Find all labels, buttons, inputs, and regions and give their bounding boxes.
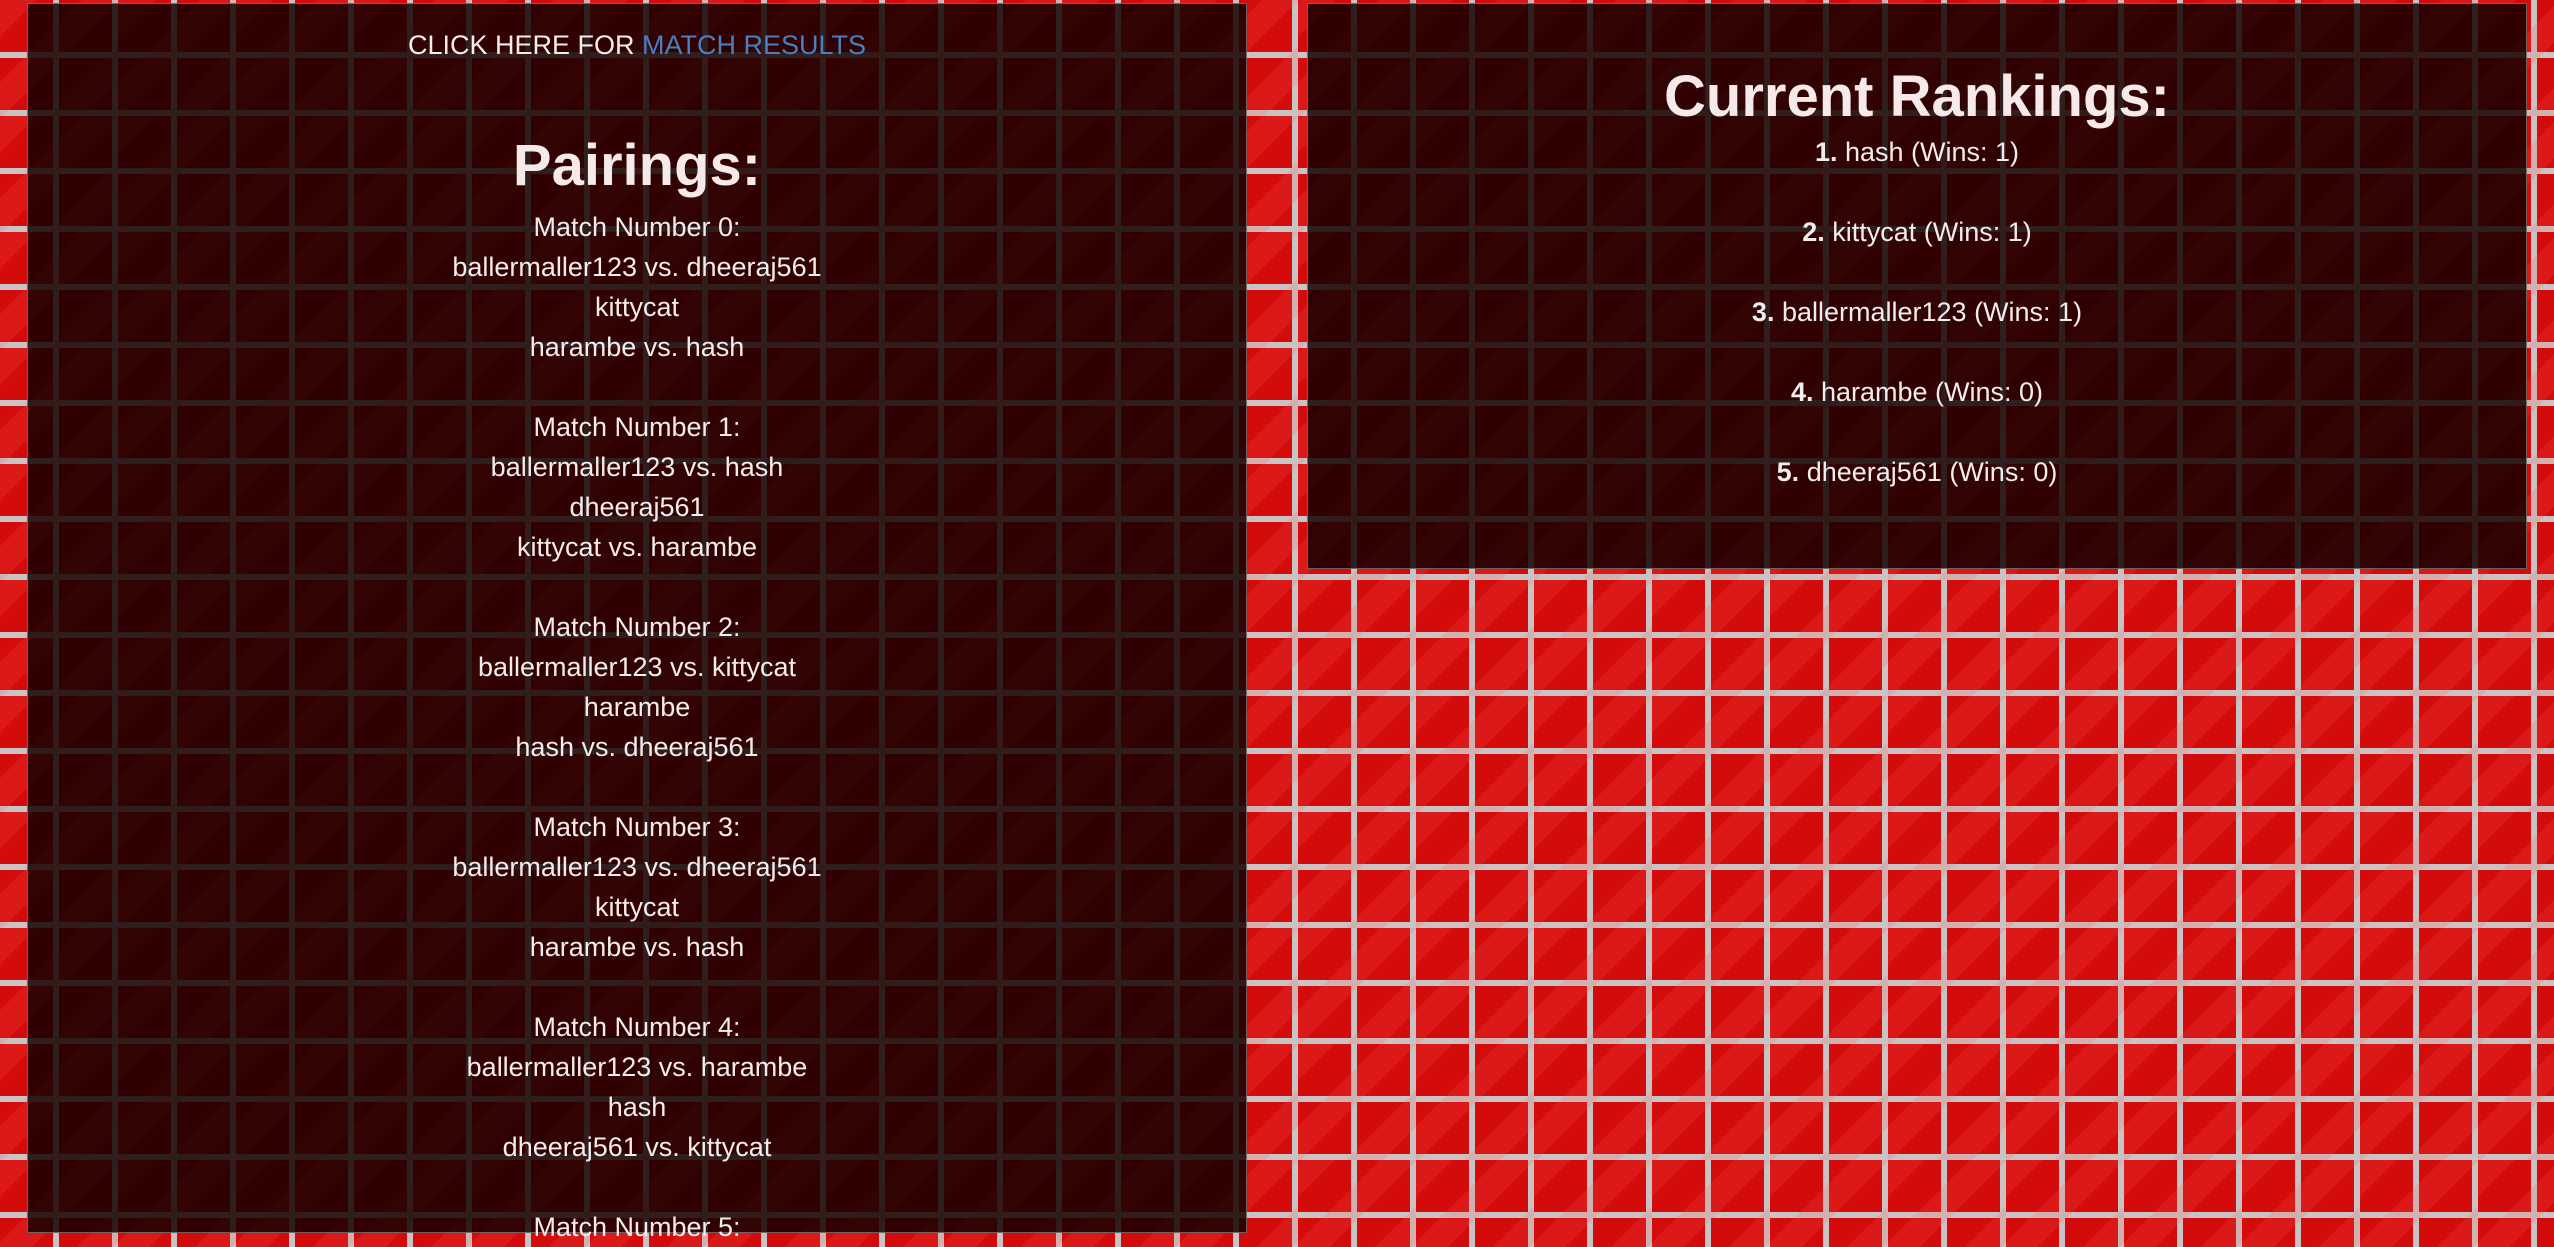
rank-number: 5. bbox=[1776, 457, 1800, 487]
rank-number: 2. bbox=[1802, 217, 1825, 247]
match-block-5: Match Number 5: bbox=[28, 1207, 1246, 1247]
match-header: Match Number 4: bbox=[533, 1012, 741, 1042]
match-header: Match Number 5: bbox=[533, 1212, 741, 1242]
match-line: hash bbox=[607, 1092, 667, 1122]
match-line: harambe bbox=[583, 692, 691, 722]
match-block-1: Match Number 1: ballermaller123 vs. hash… bbox=[28, 407, 1246, 567]
match-block-2: Match Number 2: ballermaller123 vs. kitt… bbox=[28, 607, 1246, 767]
match-line: kittycat vs. harambe bbox=[516, 532, 758, 562]
match-header: Match Number 0: bbox=[533, 212, 741, 242]
ranking-entry: 2. kittycat (Wins: 1) bbox=[1308, 212, 2526, 252]
rank-number: 3. bbox=[1751, 297, 1775, 327]
rank-text: harambe (Wins: 0) bbox=[1820, 377, 2044, 407]
match-line: hash vs. dheeraj561 bbox=[515, 732, 759, 762]
ranking-entry: 1. hash (Wins: 1) bbox=[1308, 132, 2526, 172]
rankings-title: Current Rankings: bbox=[1664, 64, 2170, 129]
ranking-entry: 3. ballermaller123 (Wins: 1) bbox=[1308, 292, 2526, 332]
match-line: dheeraj561 bbox=[569, 492, 705, 522]
rankings-panel: Current Rankings: 1. hash (Wins: 1) 2. k… bbox=[1307, 3, 2527, 569]
rank-text: ballermaller123 (Wins: 1) bbox=[1781, 297, 2083, 327]
match-header: Match Number 1: bbox=[533, 412, 741, 442]
match-block-3: Match Number 3: ballermaller123 vs. dhee… bbox=[28, 807, 1246, 967]
match-header: Match Number 3: bbox=[533, 812, 741, 842]
pairings-list: Match Number 0: ballermaller123 vs. dhee… bbox=[28, 207, 1246, 1247]
rank-text: kittycat (Wins: 1) bbox=[1832, 217, 2032, 247]
pairings-title: Pairings: bbox=[512, 133, 762, 198]
ranking-entry: 5. dheeraj561 (Wins: 0) bbox=[1308, 452, 2526, 492]
rank-number: 1. bbox=[1814, 137, 1838, 167]
pairings-panel: CLICK HERE FOR MATCH RESULTS Pairings: M… bbox=[27, 3, 1247, 1242]
match-line: ballermaller123 vs. hash bbox=[490, 452, 784, 482]
rankings-list: 1. hash (Wins: 1) 2. kittycat (Wins: 1) … bbox=[1308, 132, 2526, 492]
match-block-4: Match Number 4: ballermaller123 vs. hara… bbox=[28, 1007, 1246, 1167]
match-line: ballermaller123 vs. harambe bbox=[466, 1052, 808, 1082]
ranking-entry: 4. harambe (Wins: 0) bbox=[1308, 372, 2526, 412]
match-line: dheeraj561 vs. kittycat bbox=[502, 1132, 772, 1162]
rank-text: dheeraj561 (Wins: 0) bbox=[1806, 457, 2058, 487]
match-header: Match Number 2: bbox=[533, 612, 741, 642]
match-results-prefix: CLICK HERE FOR bbox=[407, 30, 635, 60]
match-line: harambe vs. hash bbox=[529, 332, 745, 362]
rank-text: hash (Wins: 1) bbox=[1844, 137, 2020, 167]
match-line: ballermaller123 vs. kittycat bbox=[477, 652, 797, 682]
match-line: ballermaller123 vs. dheeraj561 bbox=[452, 252, 822, 282]
match-line: kittycat bbox=[594, 892, 680, 922]
match-results-banner: CLICK HERE FOR MATCH RESULTS bbox=[28, 29, 1246, 61]
match-line: harambe vs. hash bbox=[529, 932, 745, 962]
rank-number: 4. bbox=[1790, 377, 1814, 407]
match-block-0: Match Number 0: ballermaller123 vs. dhee… bbox=[28, 207, 1246, 367]
match-line: kittycat bbox=[594, 292, 680, 322]
match-line: ballermaller123 vs. dheeraj561 bbox=[452, 852, 822, 882]
match-results-link[interactable]: MATCH RESULTS bbox=[642, 30, 866, 60]
